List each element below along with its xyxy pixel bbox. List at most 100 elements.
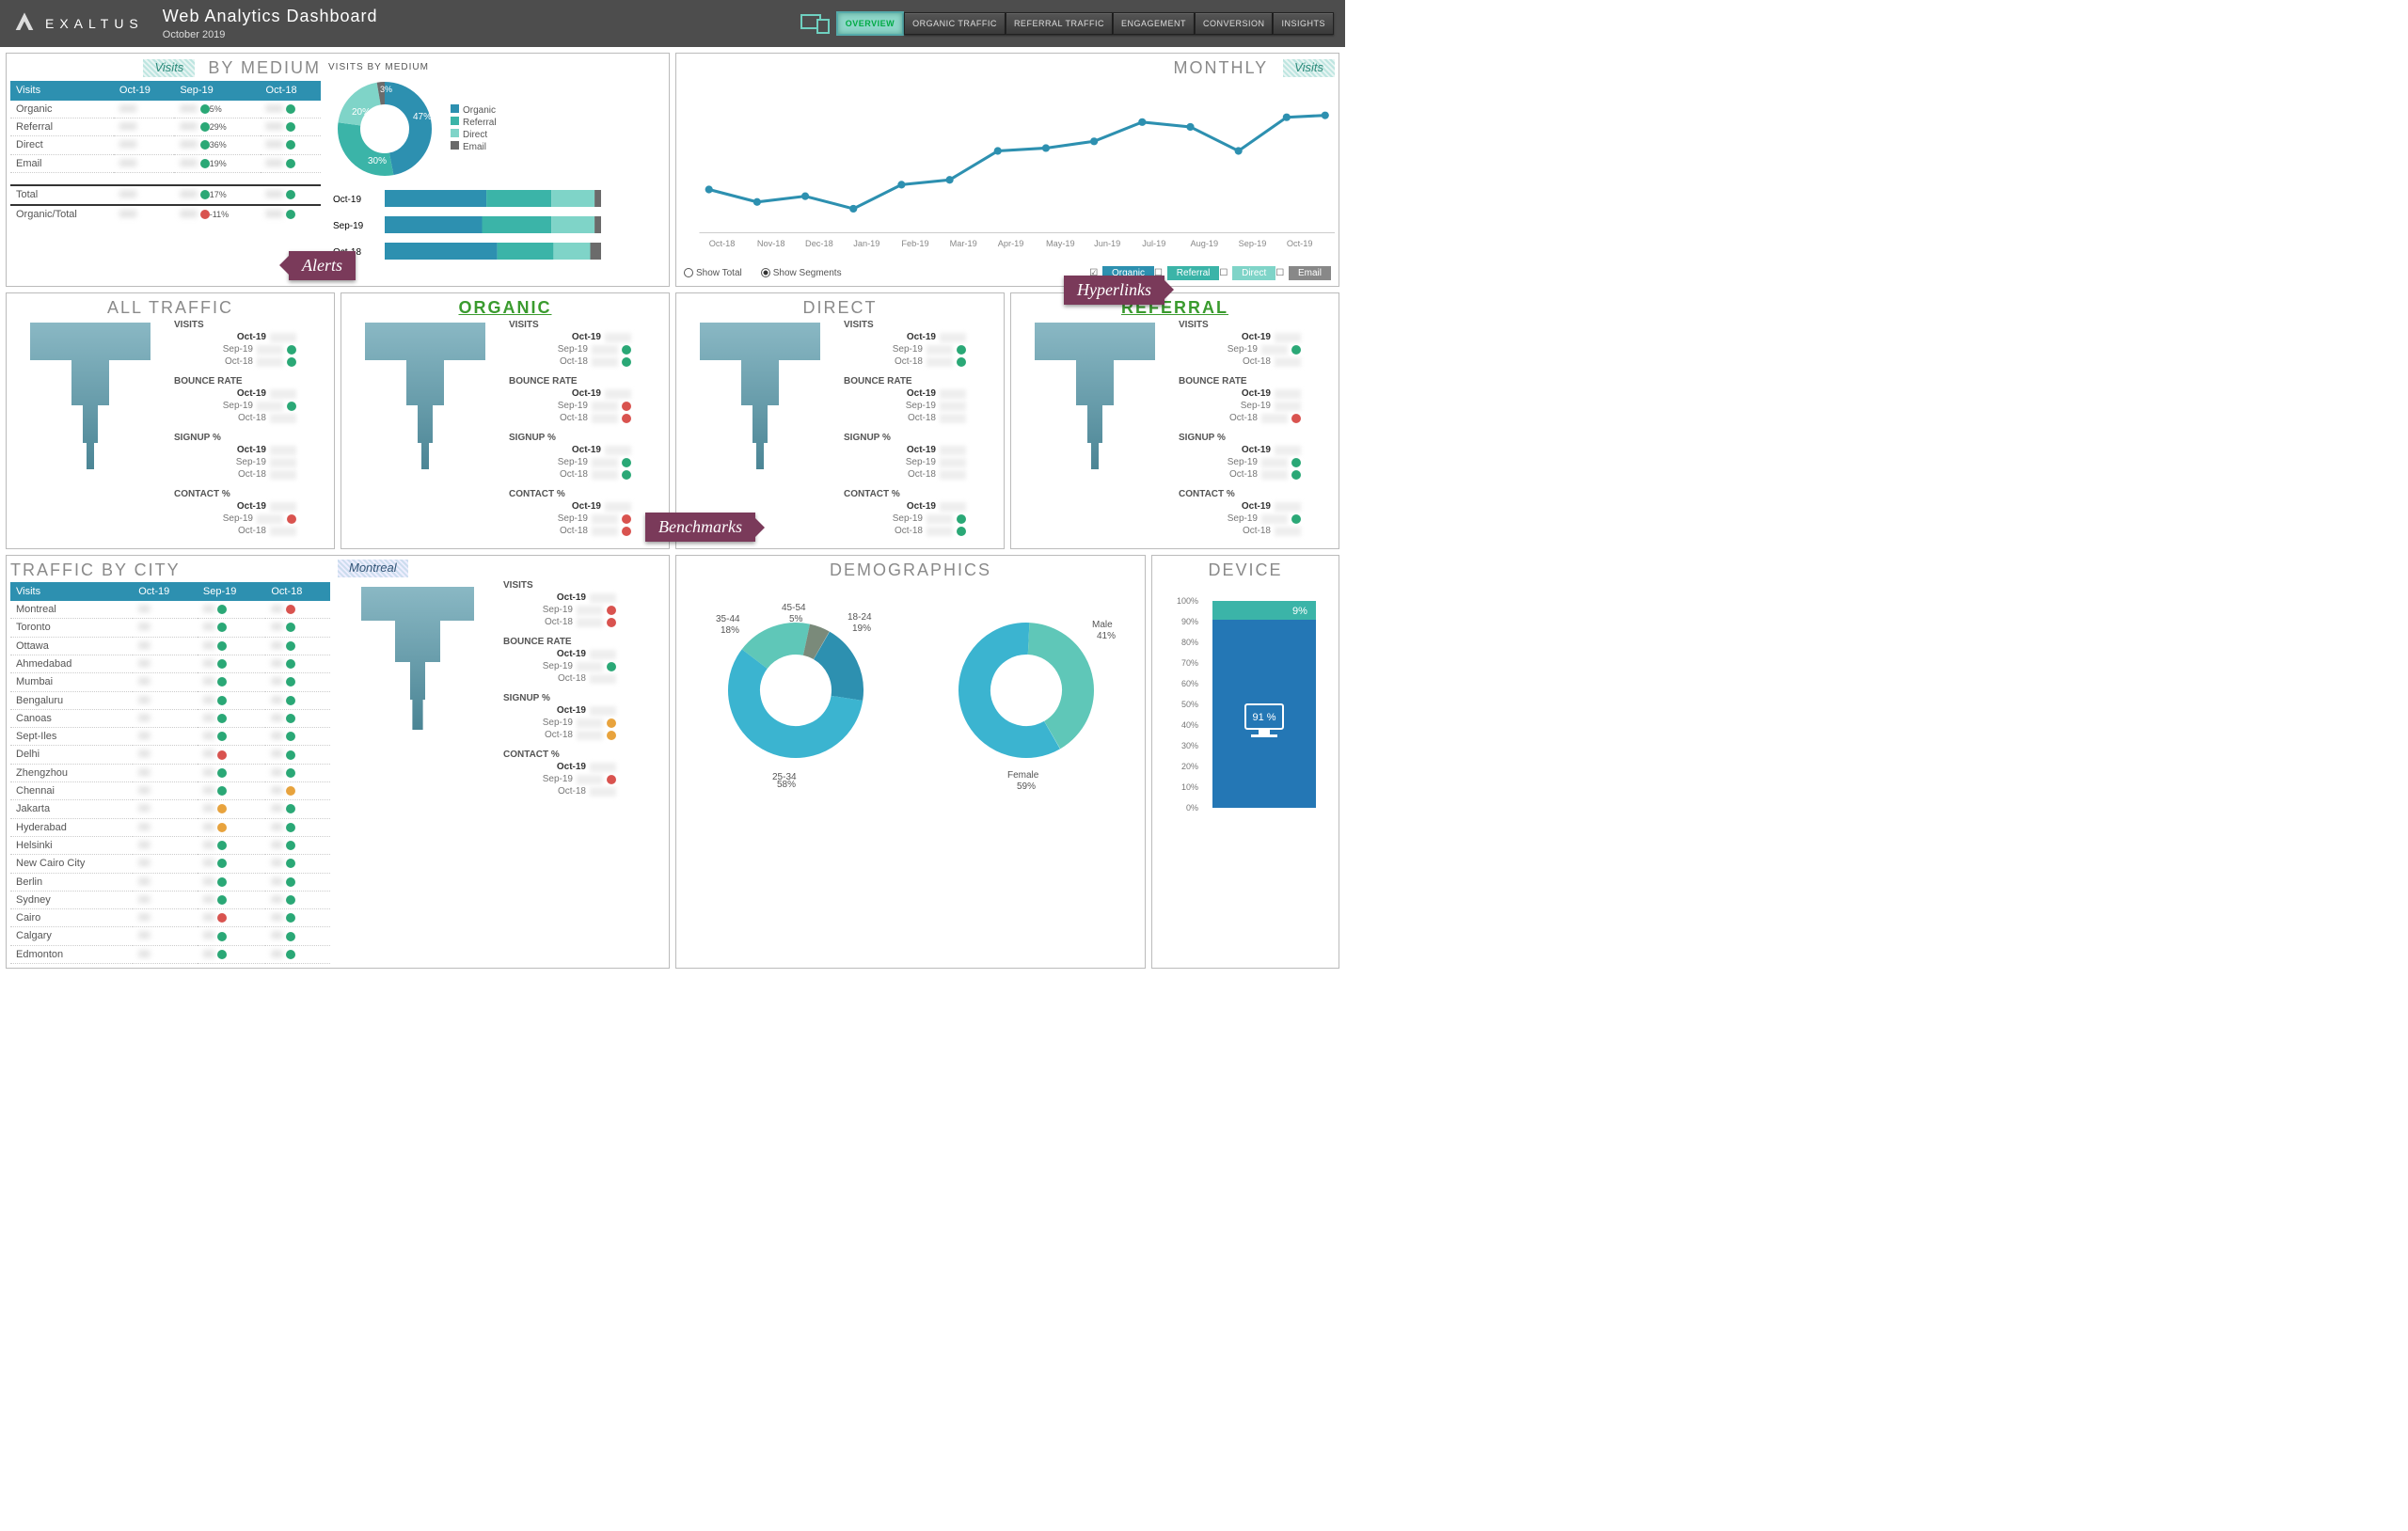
funnel-icon bbox=[345, 319, 505, 469]
nav-overview[interactable]: OVERVIEW bbox=[836, 11, 904, 36]
city-row[interactable]: New Cairo City0000 00 bbox=[10, 855, 330, 873]
svg-text:18-24: 18-24 bbox=[848, 612, 872, 623]
nav-engagement[interactable]: ENGAGEMENT bbox=[1113, 12, 1195, 35]
legend-email: Email bbox=[451, 141, 497, 153]
chart-title-medium: VISITS BY MEDIUM bbox=[328, 61, 665, 73]
link-organic[interactable]: ORGANIC bbox=[459, 298, 552, 317]
pill-monthly: Visits bbox=[1283, 59, 1335, 77]
svg-text:47%: 47% bbox=[413, 112, 432, 122]
city-row[interactable]: Toronto0000 00 bbox=[10, 619, 330, 637]
svg-text:70%: 70% bbox=[1181, 658, 1198, 668]
city-row[interactable]: Jakarta0000 00 bbox=[10, 800, 330, 818]
svg-text:Jan-19: Jan-19 bbox=[853, 239, 879, 248]
panel-all-traffic: ALL TRAFFICVISITSOct-19Sep-19Oct-18BOUNC… bbox=[6, 292, 335, 549]
svg-text:5%: 5% bbox=[789, 614, 803, 624]
row-organic-total: Organic/Total000000 -11%000 bbox=[10, 205, 321, 223]
title-demographics: DEMOGRAPHICS bbox=[680, 560, 1141, 581]
city-row[interactable]: Sydney0000 00 bbox=[10, 891, 330, 908]
title-by-medium: BY MEDIUM bbox=[208, 57, 321, 79]
svg-text:Dec-18: Dec-18 bbox=[805, 239, 833, 248]
funnel-icon bbox=[1015, 319, 1175, 469]
legend-referral: Referral bbox=[451, 117, 497, 129]
nav-insights[interactable]: INSIGHTS bbox=[1273, 12, 1334, 35]
seg-toggle-email[interactable]: ☐ Email bbox=[1275, 268, 1331, 278]
metric-visits: VISITSOct-19Sep-19Oct-18 bbox=[844, 319, 966, 368]
title-device: DEVICE bbox=[1156, 560, 1335, 581]
legend-organic: Organic bbox=[451, 104, 497, 117]
svg-text:Oct-19: Oct-19 bbox=[333, 195, 361, 205]
city-row[interactable]: Calgary0000 00 bbox=[10, 927, 330, 945]
funnel-city bbox=[338, 579, 498, 730]
col-Visits: Visits bbox=[10, 81, 114, 100]
page-title-block: Web Analytics Dashboard October 2019 bbox=[163, 6, 378, 41]
svg-text:0%: 0% bbox=[1186, 803, 1198, 813]
funnel-icon bbox=[10, 319, 170, 469]
city-row[interactable]: Chennai0000 00 bbox=[10, 782, 330, 800]
city-row[interactable]: Helsinki0000 00 bbox=[10, 836, 330, 854]
city-row[interactable]: Edmonton0000 00 bbox=[10, 945, 330, 963]
city-row[interactable]: Bengaluru0000 00 bbox=[10, 691, 330, 709]
city-row[interactable]: Berlin0000 00 bbox=[10, 873, 330, 891]
city-row[interactable]: Zhengzhou0000 00 bbox=[10, 764, 330, 781]
metric-visits: VISITSOct-19Sep-19Oct-18 bbox=[509, 319, 631, 368]
row-organic: Organic000000 5%000 bbox=[10, 101, 321, 118]
metric-bouncerate: BOUNCE RATEOct-19Sep-19Oct-18 bbox=[509, 375, 631, 424]
table-city: VisitsOct-19Sep-19Oct-18 Montreal0000 00… bbox=[10, 582, 330, 964]
metric-bouncerate: BOUNCE RATEOct-19Sep-19Oct-18 bbox=[174, 375, 296, 424]
metric-contact: CONTACT %Oct-19Sep-19Oct-18 bbox=[1179, 488, 1301, 537]
panel-traffic-city: TRAFFIC BY CITY VisitsOct-19Sep-19Oct-18… bbox=[6, 555, 670, 969]
city-row[interactable]: Montreal0000 00 bbox=[10, 601, 330, 619]
top-nav: OVERVIEWORGANIC TRAFFICREFERRAL TRAFFICE… bbox=[800, 11, 1334, 36]
app-header: EXALTUS Web Analytics Dashboard October … bbox=[0, 0, 1345, 47]
col-Sep-19: Sep-19 bbox=[174, 81, 260, 100]
seg-toggle-direct[interactable]: ☐ Direct bbox=[1219, 268, 1275, 278]
row-referral: Referral000000 29%000 bbox=[10, 118, 321, 135]
metric-signup: SIGNUP %Oct-19Sep-19Oct-18 bbox=[1179, 432, 1301, 481]
metric-bouncerate: BOUNCE RATEOct-19Sep-19Oct-18 bbox=[1179, 375, 1301, 424]
nav-organic-traffic[interactable]: ORGANIC TRAFFIC bbox=[904, 12, 1006, 35]
row-direct: Direct000000 36%000 bbox=[10, 136, 321, 154]
svg-text:10%: 10% bbox=[1181, 782, 1198, 792]
svg-text:30%: 30% bbox=[368, 156, 387, 166]
city-metric-signup: SIGNUP %Oct-19Sep-19Oct-18 bbox=[503, 692, 616, 741]
city-row[interactable]: Mumbai0000 00 bbox=[10, 673, 330, 691]
panel-organic: ORGANIC VISITSOct-19Sep-19Oct-18 BOUNCE RA… bbox=[341, 292, 670, 549]
city-row[interactable]: Ahmedabad0000 00 bbox=[10, 655, 330, 672]
svg-text:9%: 9% bbox=[1292, 606, 1307, 617]
radio-show-segments[interactable]: Show Segments bbox=[761, 267, 842, 279]
city-row[interactable]: Delhi0000 00 bbox=[10, 746, 330, 764]
pill-visits: Visits bbox=[143, 59, 195, 77]
donut-gender: Male41% Female59% bbox=[918, 582, 1134, 789]
city-row[interactable]: Sept-Iles0000 00 bbox=[10, 728, 330, 746]
radio-show-total[interactable]: Show Total bbox=[684, 267, 742, 279]
city-row[interactable]: Ottawa0000 00 bbox=[10, 637, 330, 655]
panel-monthly: MONTHLY Visits Oct-18Nov-18Dec-18Jan-19F… bbox=[675, 53, 1339, 287]
callout-alerts: Alerts bbox=[289, 251, 356, 280]
bars-medium-period: Oct-19Sep-19Oct-18 bbox=[328, 181, 610, 265]
svg-text:20%: 20% bbox=[1181, 762, 1198, 771]
brand-logo: EXALTUS bbox=[11, 10, 144, 37]
nav-conversion[interactable]: CONVERSION bbox=[1195, 12, 1274, 35]
page-title: Web Analytics Dashboard bbox=[163, 6, 378, 27]
svg-text:100%: 100% bbox=[1177, 596, 1198, 606]
donut-age: 18-2419% 25-3458% 35-4418% 45-545% bbox=[688, 582, 904, 789]
city-row[interactable]: Cairo0000 00 bbox=[10, 909, 330, 927]
city-row[interactable]: Hyderabad0000 00 bbox=[10, 818, 330, 836]
chart-monthly-line: Oct-18Nov-18Dec-18Jan-19Feb-19Mar-19Apr-… bbox=[680, 81, 1335, 260]
city-row[interactable]: Canoas0000 00 bbox=[10, 709, 330, 727]
svg-text:Nov-18: Nov-18 bbox=[757, 239, 785, 248]
svg-text:Female: Female bbox=[1007, 770, 1039, 781]
svg-text:May-19: May-19 bbox=[1046, 239, 1075, 248]
svg-text:19%: 19% bbox=[852, 623, 871, 634]
devices-icon bbox=[800, 12, 831, 35]
donut-medium: 47% 30% 20% 3% bbox=[328, 77, 441, 181]
svg-text:Mar-19: Mar-19 bbox=[950, 239, 977, 248]
city-detail-name: Montreal bbox=[338, 560, 408, 577]
legend-direct: Direct bbox=[451, 129, 497, 141]
svg-text:45-54: 45-54 bbox=[782, 603, 806, 613]
callout-benchmarks: Benchmarks bbox=[645, 513, 755, 542]
svg-text:59%: 59% bbox=[1017, 781, 1036, 789]
nav-referral-traffic[interactable]: REFERRAL TRAFFIC bbox=[1006, 12, 1113, 35]
svg-text:60%: 60% bbox=[1181, 679, 1198, 688]
svg-text:Sep-19: Sep-19 bbox=[333, 221, 364, 231]
